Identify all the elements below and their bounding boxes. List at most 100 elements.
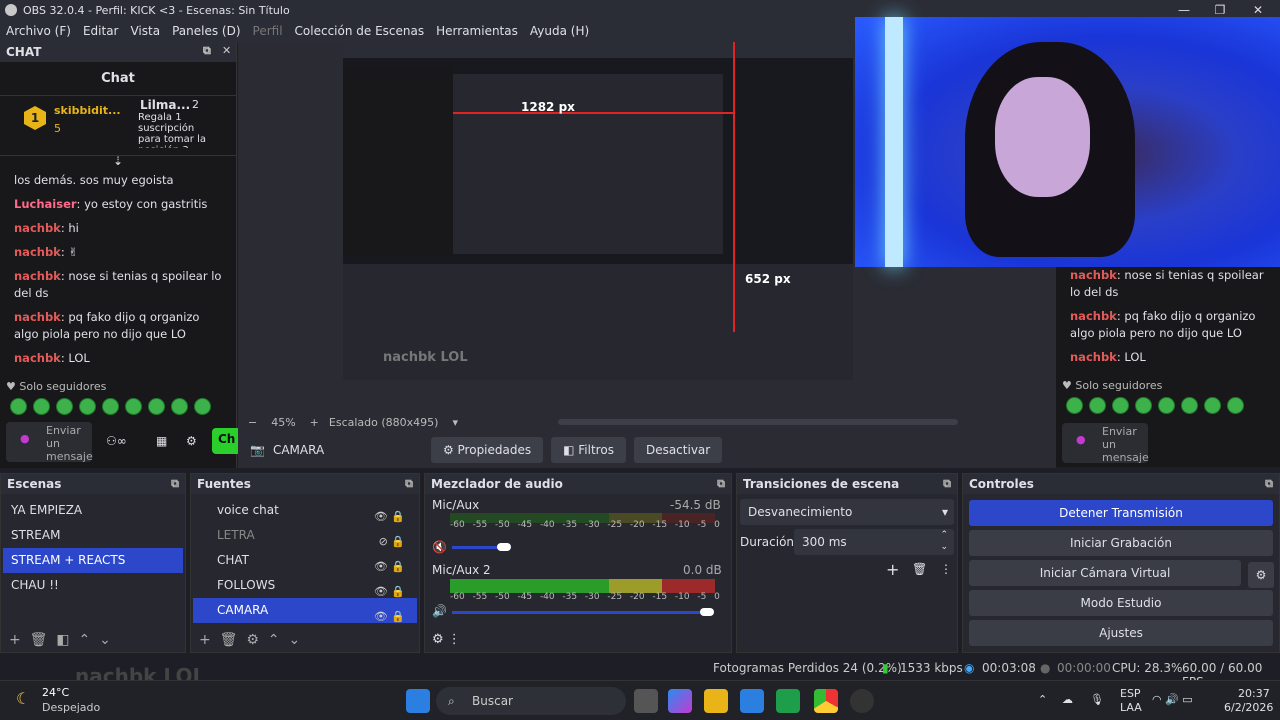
emote-icon[interactable] xyxy=(79,398,96,415)
store-icon[interactable]: ▦ xyxy=(156,434,167,448)
controls-title: Controles ⧉ xyxy=(963,474,1279,494)
emote-icon[interactable] xyxy=(33,398,50,415)
tick-label: -20 xyxy=(629,592,645,602)
obs-icon[interactable] xyxy=(850,689,874,713)
mic1-name: Mic/Aux xyxy=(432,498,480,512)
source-item[interactable]: LETRA ⊘ 🔒 xyxy=(193,523,417,548)
menu-archivo[interactable]: Archivo (F) xyxy=(0,24,77,38)
scene-item[interactable]: STREAM + REACTS xyxy=(3,548,183,573)
tray-chevron-icon[interactable]: ⌃ xyxy=(1038,693,1047,706)
more-icon[interactable]: ⋮ xyxy=(940,562,952,576)
studio-mode-button[interactable]: Modo Estudio xyxy=(969,590,1273,616)
virtual-camera-settings-icon[interactable]: ⚙ xyxy=(1248,562,1274,588)
mic1-volume-knob[interactable] xyxy=(497,543,511,551)
users-icon[interactable]: ⚇∞ xyxy=(106,434,127,448)
wifi-icon[interactable]: ◠ 🔊 ▭ xyxy=(1152,693,1193,706)
mic2-name: Mic/Aux 2 xyxy=(432,563,491,577)
gear-icon[interactable]: ⚙ xyxy=(246,632,259,648)
windows-start-icon[interactable] xyxy=(406,689,430,713)
scene-item[interactable]: YA EMPIEZA xyxy=(3,498,183,523)
emote-bar xyxy=(10,398,211,415)
down-icon[interactable]: ⌄ xyxy=(99,632,111,648)
chat-send-button[interactable]: Ch xyxy=(212,428,242,454)
transition-select[interactable]: Desvanecimiento ▾ xyxy=(740,499,954,525)
lang1[interactable]: ESP xyxy=(1120,687,1141,700)
scroll-down-icon[interactable]: ⇣ xyxy=(0,154,236,168)
filters-button[interactable]: ◧ Filtros xyxy=(551,437,626,463)
start-virtual-camera-button[interactable]: Iniciar Cámara Virtual xyxy=(969,560,1241,586)
task-view-icon[interactable] xyxy=(634,689,658,713)
emote-icon[interactable] xyxy=(125,398,142,415)
chrome-icon[interactable] xyxy=(814,689,838,713)
zoom-in-button[interactable]: + xyxy=(310,416,319,429)
sources-footer: + 🗑 ⚙ ⌃ ⌄ xyxy=(191,632,300,648)
menu-editar[interactable]: Editar xyxy=(77,24,125,38)
zoom-out-button[interactable]: − xyxy=(248,416,257,429)
spreadsheet-icon[interactable] xyxy=(776,689,800,713)
emote-icon[interactable] xyxy=(102,398,119,415)
chat-input[interactable]: ● Enviar un mensaje xyxy=(1062,423,1149,464)
source-item[interactable]: CHAT 👁 🔒 xyxy=(193,548,417,573)
settings-icon[interactable]: ⚙ xyxy=(186,434,197,448)
duration-input[interactable]: 300 ms ⌃ ⌄ xyxy=(794,529,954,555)
scenes-footer: + 🗑 ◧ ⌃ ⌄ xyxy=(1,632,111,648)
ps-icon[interactable] xyxy=(740,689,764,713)
emote-icon[interactable] xyxy=(56,398,73,415)
stop-streaming-button[interactable]: Detener Transmisión xyxy=(969,500,1273,526)
emote-icon[interactable] xyxy=(148,398,165,415)
up-icon[interactable]: ⌃ xyxy=(78,632,90,648)
add-icon[interactable]: + xyxy=(886,560,899,579)
chevron-down-icon[interactable]: ▾ xyxy=(452,416,458,429)
lang2[interactable]: LAA xyxy=(1120,701,1142,714)
menu-herramientas[interactable]: Herramientas xyxy=(430,24,524,38)
source-item[interactable]: FOLLOWS 👁 🔒 xyxy=(193,573,417,598)
trash-icon[interactable]: 🗑 xyxy=(220,632,238,648)
mic2-volume-slider[interactable] xyxy=(452,611,714,614)
copilot-icon[interactable] xyxy=(668,689,692,713)
menu-coleccion[interactable]: Colección de Escenas xyxy=(289,24,431,38)
advanced-audio-icon[interactable]: ⚙ ⋮ xyxy=(432,632,461,647)
menu-paneles[interactable]: Paneles (D) xyxy=(166,24,246,38)
emote-icon[interactable] xyxy=(171,398,188,415)
scenes-title: Escenas ⧉ xyxy=(1,474,185,494)
add-icon[interactable]: + xyxy=(199,632,211,648)
scene-item[interactable]: CHAU !! xyxy=(3,573,183,598)
start-recording-button[interactable]: Iniciar Grabación xyxy=(969,530,1273,556)
close-dock-icon[interactable]: ✕ xyxy=(222,44,231,57)
nested-obs-screenshot: 1282 px 652 px nachbk LOL xyxy=(343,42,853,380)
scene-item[interactable]: STREAM xyxy=(3,523,183,548)
trash-icon[interactable]: 🗑 xyxy=(30,632,48,648)
gift-badge-icon: 1 xyxy=(24,106,46,130)
emote-icon[interactable] xyxy=(194,398,211,415)
settings-button[interactable]: Ajustes xyxy=(969,620,1273,646)
source-item[interactable]: voice chat 👁 🔒 xyxy=(193,498,417,523)
menu-perfil[interactable]: Perfil xyxy=(247,24,289,38)
add-icon[interactable]: + xyxy=(9,632,21,648)
menu-vista[interactable]: Vista xyxy=(124,24,166,38)
mic2-volume-knob[interactable] xyxy=(700,608,714,616)
tray-icon[interactable]: ☁ xyxy=(1062,693,1073,706)
mic-icon[interactable]: 🎙 xyxy=(1090,693,1104,706)
trash-icon[interactable]: 🗑 xyxy=(912,562,927,576)
up-icon[interactable]: ⌃ xyxy=(268,632,280,648)
down-icon[interactable]: ⌄ xyxy=(288,632,300,648)
float-icon[interactable]: ⧉ xyxy=(203,44,211,58)
horizontal-scrollbar[interactable] xyxy=(557,419,958,425)
chat-message: nachbk: pq fako dijo q organizo algo pio… xyxy=(14,310,200,341)
muted-icon[interactable]: 🔇 xyxy=(432,540,447,554)
emote-icon[interactable] xyxy=(10,398,27,415)
source-item[interactable]: CAMARA 👁 🔒 xyxy=(193,598,417,623)
clock-date[interactable]: 6/2/2026 xyxy=(1224,701,1273,714)
chat-input[interactable]: ● Enviar un mensaje xyxy=(6,422,93,463)
deactivate-button[interactable]: Desactivar xyxy=(633,437,723,463)
properties-button[interactable]: ⚙ Propiedades xyxy=(430,437,544,463)
taskbar: ☾ 24°C Despejado ⌕ Buscar ⌃ ☁ 🎙 ESP LAA ◠… xyxy=(0,680,1280,720)
explorer-icon[interactable] xyxy=(704,689,728,713)
filter-icon[interactable]: ◧ xyxy=(56,632,69,648)
volume-icon[interactable]: 🔊 xyxy=(432,604,447,618)
clock-time[interactable]: 20:37 xyxy=(1238,687,1270,700)
chat-message: nachbk: nose si tenias q spoilear lo del… xyxy=(14,269,222,300)
menu-ayuda[interactable]: Ayuda (H) xyxy=(524,24,595,38)
taskbar-search[interactable]: ⌕ Buscar xyxy=(436,687,626,715)
mic1-volume-slider[interactable] xyxy=(452,546,502,549)
